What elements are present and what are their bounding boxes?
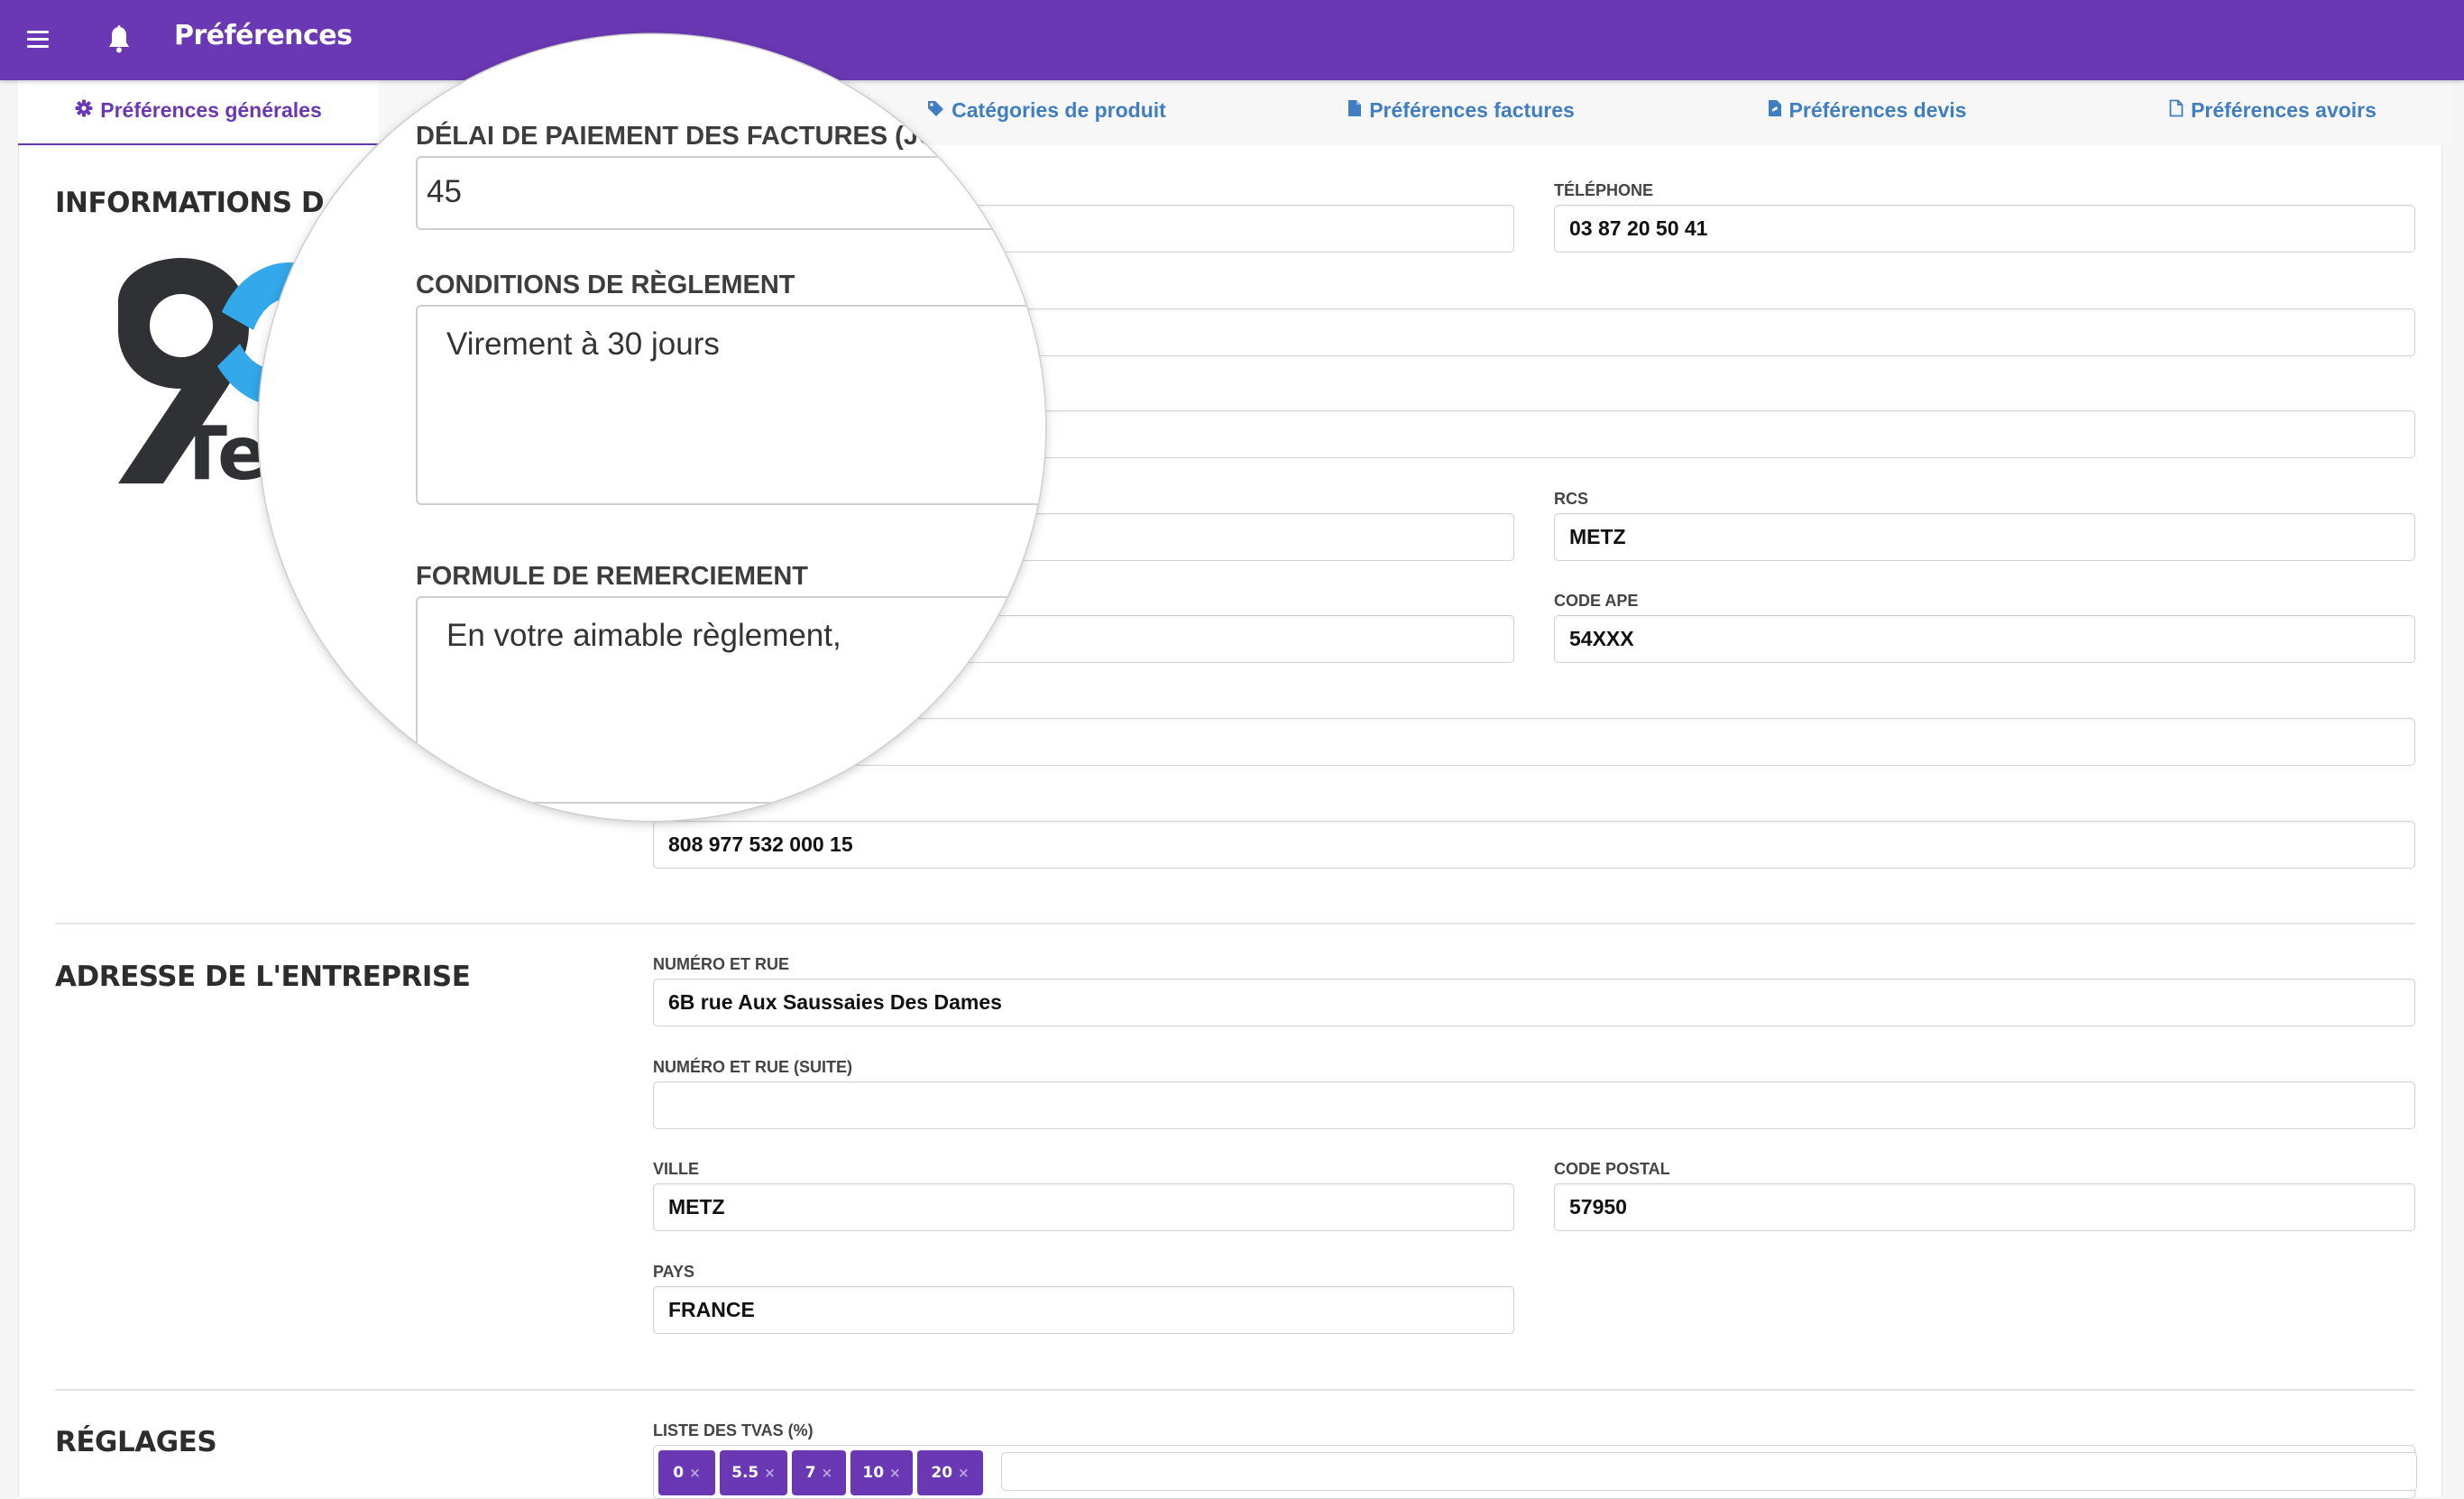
payment-terms-label: CONDITIONS DE RÈGLEMENT	[416, 271, 795, 299]
section-title-settings: RÉGLAGES	[55, 1426, 217, 1458]
section-divider	[55, 1389, 2414, 1391]
tab-label: Préférences devis	[1788, 98, 1967, 122]
magnifier-overlay: DÉLAI DE PAIEMENT DES FACTURES (JOUR 45 …	[259, 34, 1045, 821]
city-input[interactable]: METZ	[653, 1183, 1514, 1231]
street2-label: NUMÉRO ET RUE (SUITE)	[653, 1058, 853, 1076]
tab-label: Catégories de produit	[952, 98, 1166, 122]
section-title-company-info: INFORMATIONS D	[55, 187, 325, 219]
postal-code-input[interactable]: 57950	[1554, 1183, 2415, 1231]
hamburger-icon[interactable]	[27, 31, 49, 49]
rcs-input[interactable]: METZ	[1554, 513, 2415, 561]
remove-tag-icon[interactable]: ×	[689, 1465, 701, 1481]
code-ape-label: CODE APE	[1554, 592, 1639, 610]
tab-preferences-devis[interactable]: Préférences devis	[1714, 80, 2020, 143]
postal-code-label: CODE POSTAL	[1554, 1160, 1670, 1178]
file-outline-icon	[2169, 80, 2184, 140]
remove-tag-icon[interactable]: ×	[889, 1465, 901, 1481]
top-bar: Préférences	[0, 0, 2464, 80]
vat-tags-input: 0 × 5.5 × 7 × 10 × 20 ×	[653, 1445, 2417, 1499]
section-title-address: ADRESSE DE L'ENTREPRISE	[55, 961, 471, 993]
payment-delay-label: DÉLAI DE PAIEMENT DES FACTURES (JOUR	[416, 122, 977, 151]
payment-delay-input[interactable]: 45	[416, 156, 1045, 230]
code-ape-input[interactable]: 54XXX	[1554, 615, 2415, 663]
file-icon	[1347, 80, 1362, 140]
phone-input[interactable]: 03 87 20 50 41	[1554, 205, 2415, 253]
file-edit-icon	[1768, 80, 1782, 140]
phone-label: TÉLÉPHONE	[1554, 181, 1654, 199]
vat-tag[interactable]: 0 ×	[658, 1450, 715, 1495]
remove-tag-icon[interactable]: ×	[764, 1465, 776, 1481]
country-input[interactable]: FRANCE	[653, 1286, 1514, 1334]
vat-tag[interactable]: 10 ×	[850, 1450, 913, 1495]
tab-preferences-generales[interactable]: Préférences générales	[18, 80, 379, 146]
payment-terms-textarea[interactable]: Virement à 30 jours	[416, 305, 1045, 505]
vat-list-label: LISTE DES TVAS (%)	[653, 1421, 814, 1439]
street2-input[interactable]	[653, 1081, 2415, 1129]
street-label: NUMÉRO ET RUE	[653, 955, 790, 973]
preferences-tabs: Préférences générales Catégories de prod…	[18, 80, 2453, 146]
street-input[interactable]: 6B rue Aux Saussaies Des Dames	[653, 979, 2415, 1026]
tab-label: Préférences avoirs	[2191, 98, 2377, 122]
thanks-formula-label: FORMULE DE REMERCIEMENT	[416, 562, 808, 591]
tab-label: Préférences factures	[1369, 98, 1575, 122]
city-label: VILLE	[653, 1160, 700, 1178]
gear-icon	[75, 80, 93, 140]
vat-tag[interactable]: 5.5 ×	[720, 1450, 787, 1495]
thanks-formula-textarea[interactable]: En votre aimable règlement,	[416, 596, 1045, 804]
vat-tag[interactable]: 20 ×	[917, 1450, 983, 1495]
tab-preferences-avoirs[interactable]: Préférences avoirs	[2119, 80, 2426, 143]
siret-input[interactable]: 808 977 532 000 15	[653, 821, 2415, 869]
vat-new-tag-input[interactable]	[1001, 1452, 2417, 1491]
bell-icon[interactable]	[106, 25, 132, 54]
country-label: PAYS	[653, 1263, 695, 1281]
tab-label: Préférences générales	[100, 98, 322, 122]
vat-tag[interactable]: 7 ×	[792, 1450, 846, 1495]
tab-preferences-factures[interactable]: Préférences factures	[1299, 80, 1623, 143]
page-title: Préférences	[174, 20, 353, 51]
section-divider	[55, 923, 2414, 924]
rcs-label: RCS	[1554, 490, 1589, 508]
remove-tag-icon[interactable]: ×	[958, 1465, 970, 1481]
remove-tag-icon[interactable]: ×	[822, 1465, 833, 1481]
